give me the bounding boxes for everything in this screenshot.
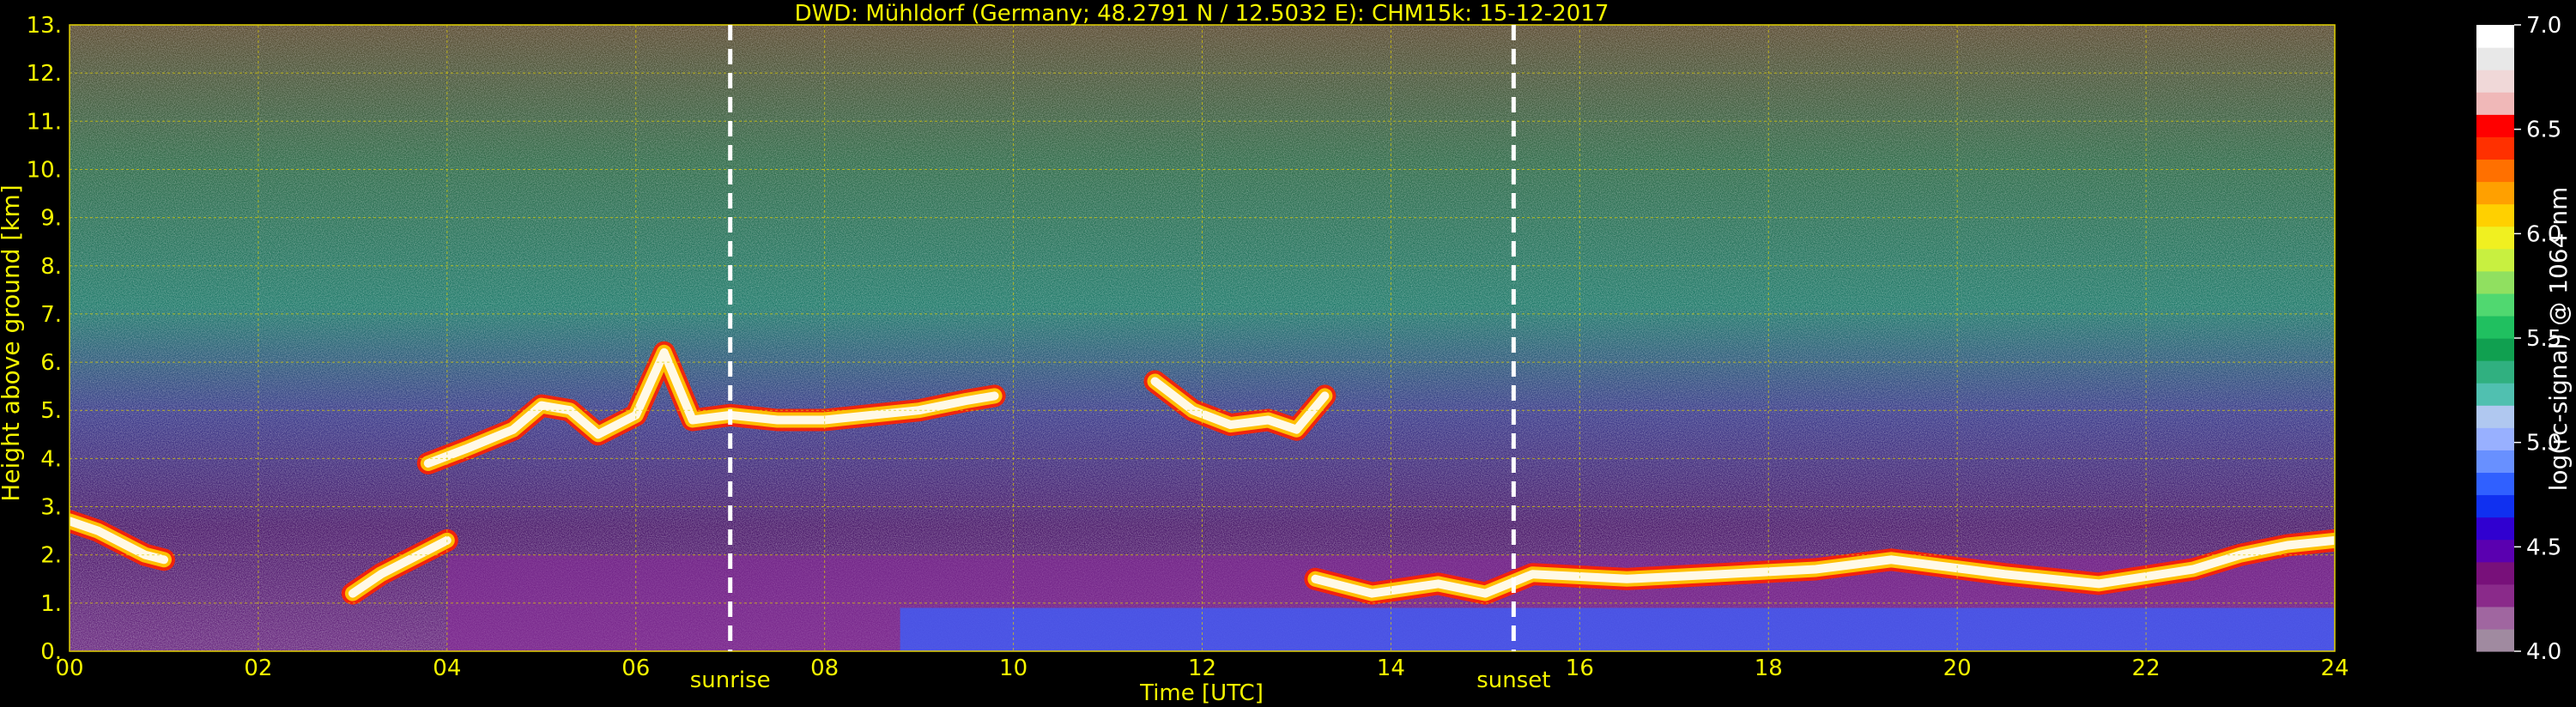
- x-tick-label: 04: [433, 656, 461, 681]
- colorbar-segment: [2476, 561, 2514, 585]
- colorbar-tick-label: 7.0: [2526, 13, 2561, 39]
- colorbar-segment: [2476, 494, 2514, 518]
- x-axis: 00 02 04 06 08 10 12 14 16 18 20 22 24: [55, 656, 2349, 681]
- colorbar-segment: [2476, 270, 2514, 294]
- colorbar-segment: [2476, 248, 2514, 272]
- colorbar-segment: [2476, 226, 2514, 250]
- colorbar-segment: [2476, 114, 2514, 137]
- y-tick-label: 5.: [40, 398, 62, 424]
- colorbar-segment: [2476, 47, 2514, 70]
- colorbar-label: log(rc-signal) @ 1064 nm: [2544, 187, 2573, 492]
- y-tick-label: 6.: [40, 350, 62, 376]
- y-tick-label: 11.: [27, 109, 62, 135]
- x-tick-label: 02: [244, 656, 272, 681]
- x-tick-label: 16: [1566, 656, 1594, 681]
- x-tick-label: 24: [2320, 656, 2349, 681]
- colorbar-tick-label: 6.5: [2526, 118, 2561, 143]
- y-tick-label: 3.: [40, 495, 62, 521]
- colorbar-segment: [2476, 628, 2514, 652]
- x-tick-label: 10: [999, 656, 1027, 681]
- y-tick-label: 13.: [27, 13, 62, 39]
- y-tick-label: 7.: [40, 302, 62, 328]
- marker-label-sunset: sunset: [1476, 668, 1550, 693]
- boundary-layer-fill: [900, 607, 2335, 651]
- colorbar-segment: [2476, 450, 2514, 474]
- colorbar-segment: [2476, 427, 2514, 450]
- y-tick-label: 1.: [40, 591, 62, 617]
- x-axis-label: Time [UTC]: [1139, 680, 1264, 706]
- colorbar-segment: [2476, 472, 2514, 496]
- x-tick-label: 20: [1943, 656, 1972, 681]
- colorbar-segment: [2476, 517, 2514, 541]
- colorbar-segment: [2476, 383, 2514, 406]
- y-tick-label: 2.: [40, 543, 62, 569]
- colorbar-segment: [2476, 583, 2514, 607]
- colorbar-segment: [2476, 293, 2514, 317]
- colorbar-segment: [2476, 136, 2514, 160]
- colorbar-segment: [2476, 92, 2514, 115]
- colorbar-segment: [2476, 25, 2514, 48]
- colorbar-segment: [2476, 203, 2514, 227]
- ceilometer-chart: sunrise sunset 00 02 04 06 08 10 12 14 16 18 20 22 24…: [0, 1, 2573, 706]
- colorbar-segment: [2476, 360, 2514, 384]
- y-tick-label: 0.: [40, 639, 62, 665]
- colorbar-segment: [2476, 405, 2514, 428]
- y-tick-label: 12.: [27, 61, 62, 87]
- y-tick-label: 10.: [27, 157, 62, 183]
- y-tick-label: 8.: [40, 254, 62, 280]
- x-tick-label: 12: [1188, 656, 1216, 681]
- colorbar-tick-label: 4.0: [2526, 639, 2561, 665]
- colorbar-segment: [2476, 315, 2514, 339]
- colorbar-tick-label: 4.5: [2526, 535, 2561, 560]
- colorbar-segment: [2476, 69, 2514, 93]
- y-tick-label: 4.: [40, 446, 62, 472]
- y-axis-label: Height above ground [km]: [0, 184, 25, 502]
- chart-title: DWD: Mühldorf (Germany; 48.2791 N / 12.5…: [795, 1, 1609, 27]
- x-tick-label: 06: [621, 656, 650, 681]
- y-axis: 0. 1. 2. 3. 4. 5. 6. 7. 8. 9. 10. 11. 12. 13.: [27, 13, 62, 665]
- y-tick-label: 9.: [40, 206, 62, 232]
- marker-label-sunrise: sunrise: [690, 668, 771, 693]
- colorbar-segment: [2476, 539, 2514, 563]
- colorbar-segment: [2476, 181, 2514, 205]
- colorbar-segment: [2476, 338, 2514, 361]
- x-tick-label: 14: [1377, 656, 1405, 681]
- x-tick-label: 18: [1755, 656, 1783, 681]
- colorbar-segment: [2476, 606, 2514, 630]
- x-tick-label: 22: [2132, 656, 2161, 681]
- colorbar-segment: [2476, 159, 2514, 183]
- x-tick-label: 08: [810, 656, 839, 681]
